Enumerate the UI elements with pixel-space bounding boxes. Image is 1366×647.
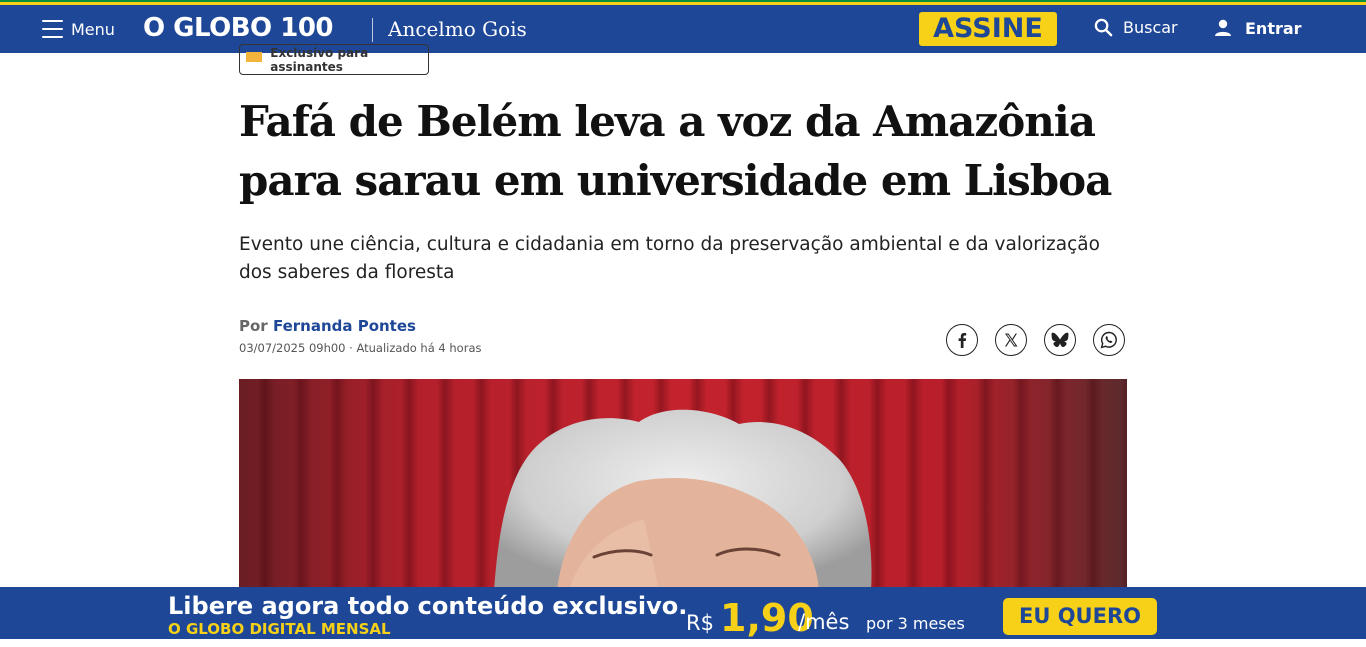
article-subtitle: Evento une ciência, cultura e cidadania … — [239, 234, 1100, 283]
search-icon — [1094, 18, 1113, 37]
subscriber-exclusive-badge: Exclusivo para assinantes — [239, 44, 429, 75]
article-lead-image — [239, 379, 1127, 591]
site-logo[interactable]: O GLOBO 100 — [143, 13, 334, 43]
crown-icon — [246, 51, 263, 62]
price-unit: /mês — [798, 610, 850, 634]
byline: Por Fernanda Pontes — [239, 317, 416, 335]
price-currency: R$ — [686, 611, 714, 635]
login-button[interactable]: Entrar — [1213, 18, 1302, 38]
search-button[interactable]: Buscar — [1094, 18, 1178, 37]
top-navigation-bar: Menu O GLOBO 100 Ancelmo Gois ASSINE Bus… — [0, 5, 1366, 53]
promo-headline: Libere agora todo conteúdo exclusivo. — [168, 592, 688, 620]
user-icon — [1215, 19, 1231, 36]
badge-label: Exclusivo para assinantes — [270, 45, 369, 74]
portrait-photo — [494, 409, 872, 591]
author-link[interactable]: Fernanda Pontes — [273, 317, 416, 335]
publish-date: 03/07/2025 09h00 · Atualizado há 4 horas — [239, 341, 482, 355]
share-x-button[interactable] — [995, 324, 1027, 356]
article-headline: Fafá de Belém leva a voz da Amazônia par… — [239, 97, 1112, 205]
share-bluesky-button[interactable] — [1044, 324, 1076, 356]
facebook-icon — [958, 333, 967, 348]
whatsapp-icon — [1100, 331, 1117, 349]
logo-text: O GLOBO — [143, 13, 272, 43]
header-divider — [372, 18, 373, 42]
logo-anniversary: 100 — [280, 13, 334, 43]
price-period: por 3 meses — [866, 614, 965, 633]
subscription-promo-banner: Libere agora todo conteúdo exclusivo. O … — [0, 587, 1366, 640]
share-whatsapp-button[interactable] — [1093, 324, 1125, 356]
hamburger-icon — [42, 20, 63, 38]
subscribe-button[interactable]: ASSINE — [919, 12, 1057, 46]
share-facebook-button[interactable] — [946, 324, 978, 356]
subscribe-cta-button[interactable]: EU QUERO — [1003, 598, 1157, 635]
column-name-link[interactable]: Ancelmo Gois — [388, 15, 527, 43]
menu-button[interactable]: Menu — [42, 16, 115, 42]
bluesky-icon — [1051, 332, 1069, 348]
share-buttons — [946, 324, 1125, 356]
byline-prefix: Por — [239, 317, 268, 335]
menu-label: Menu — [71, 19, 115, 39]
search-label: Buscar — [1123, 18, 1178, 37]
x-icon — [1005, 333, 1018, 347]
promo-plan-name: O GLOBO DIGITAL MENSAL — [168, 620, 391, 638]
login-label: Entrar — [1245, 18, 1302, 38]
